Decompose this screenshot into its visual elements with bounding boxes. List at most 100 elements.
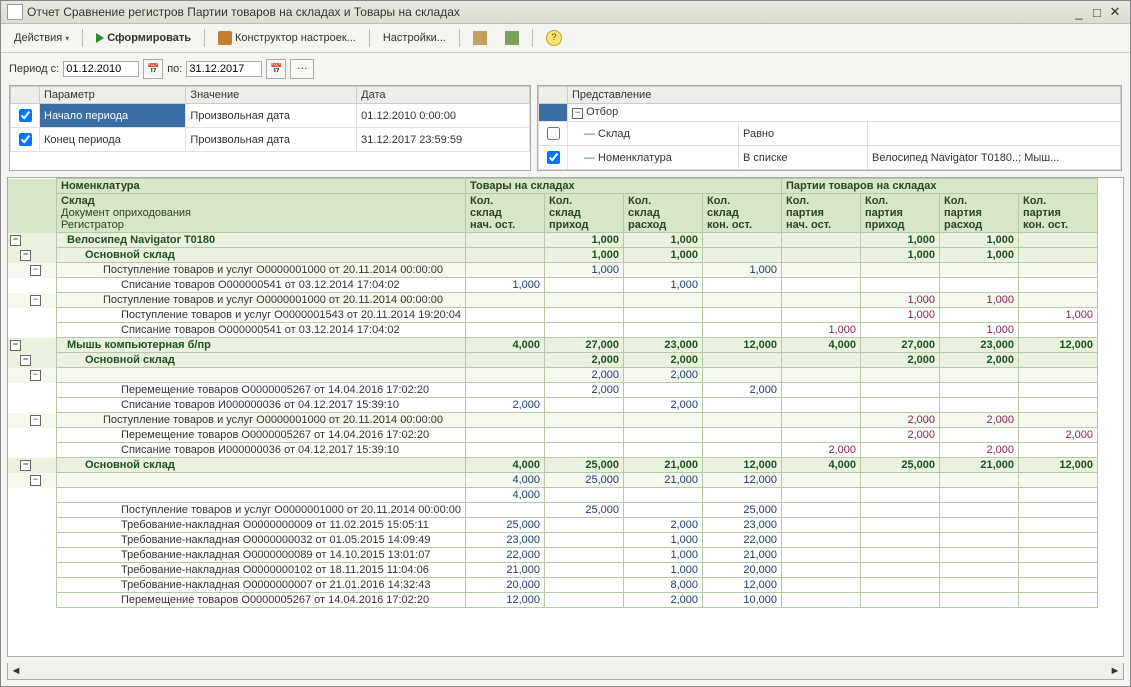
cell-value: 27,000	[545, 338, 624, 353]
param-name: Начало периода	[40, 104, 186, 128]
report-row[interactable]: Поступление товаров и услуг О0000001000 …	[8, 503, 1098, 518]
cell-value	[545, 518, 624, 533]
cell-value: 2,000	[703, 383, 782, 398]
report-row[interactable]: − Поступление товаров и услуг О0000001000…	[8, 413, 1098, 428]
param-date: 01.12.2010 0:00:00	[357, 104, 530, 128]
cell-value: 2,000	[861, 413, 940, 428]
report-row[interactable]: Требование-накладная О0000000032 от 01.0…	[8, 533, 1098, 548]
param-row[interactable]: Конец периодаПроизвольная дата31.12.2017…	[11, 128, 530, 152]
report-row[interactable]: Требование-накладная О0000000007 от 21.0…	[8, 578, 1098, 593]
row-label: Требование-накладная О0000000032 от 01.0…	[57, 533, 466, 548]
scroll-left-icon[interactable]: ◄	[8, 665, 24, 677]
cell-value: 22,000	[703, 533, 782, 548]
horizontal-scrollbar[interactable]: ◄ ►	[7, 663, 1124, 680]
toggle-icon[interactable]: −	[10, 340, 21, 351]
titlebar: Отчет Сравнение регистров Партии товаров…	[1, 1, 1130, 24]
report-grid[interactable]: НоменклатураТовары на складахПартии това…	[7, 177, 1124, 657]
period-from-input[interactable]	[63, 61, 139, 77]
tool-icon-1[interactable]	[466, 28, 494, 48]
scroll-right-icon[interactable]: ►	[1107, 665, 1123, 677]
filter-row[interactable]: — НоменклатураВ спискеВелосипед Navigato…	[539, 146, 1121, 170]
param-date: 31.12.2017 23:59:59	[357, 128, 530, 152]
run-button[interactable]: Сформировать	[89, 29, 198, 47]
report-row[interactable]: −Основной склад1,0001,0001,0001,000	[8, 248, 1098, 263]
filter-root-row[interactable]: − Отбор	[539, 104, 1121, 122]
calendar-to-button[interactable]: 📅	[266, 59, 286, 79]
cell-value: 21,000	[624, 458, 703, 473]
toggle-icon[interactable]: −	[30, 265, 41, 276]
cell-value	[782, 473, 861, 488]
report-row[interactable]: Списание товаров О000000541 от 03.12.201…	[8, 323, 1098, 338]
toggle-icon[interactable]: −	[30, 370, 41, 381]
cell-value	[782, 398, 861, 413]
cell-value	[703, 323, 782, 338]
report-row[interactable]: Списание товаров И000000036 от 04.12.201…	[8, 398, 1098, 413]
report-row[interactable]: −2,0002,000	[8, 368, 1098, 383]
report-row[interactable]: Требование-накладная О0000000089 от 14.1…	[8, 548, 1098, 563]
cell-value	[861, 563, 940, 578]
cell-value: 2,000	[624, 353, 703, 368]
report-row[interactable]: Списание товаров И000000036 от 04.12.201…	[8, 443, 1098, 458]
report-row[interactable]: Поступление товаров и услуг О0000001543 …	[8, 308, 1098, 323]
close-button[interactable]: ✕	[1106, 4, 1124, 20]
report-row[interactable]: −Основной склад4,00025,00021,00012,0004,…	[8, 458, 1098, 473]
toggle-icon[interactable]: −	[30, 295, 41, 306]
period-to-input[interactable]	[186, 61, 262, 77]
cell-value: 1,000	[782, 323, 861, 338]
cell-value: 2,000	[624, 593, 703, 608]
toggle-icon[interactable]: −	[20, 355, 31, 366]
tool-icon-2[interactable]	[498, 28, 526, 48]
cell-value: 1,000	[545, 233, 624, 248]
cell-value	[545, 413, 624, 428]
report-row[interactable]: Требование-накладная О0000000102 от 18.1…	[8, 563, 1098, 578]
toggle-icon[interactable]: −	[20, 460, 31, 471]
report-row[interactable]: −Велосипед Navigator Т01801,0001,0001,00…	[8, 233, 1098, 248]
row-label: Требование-накладная О0000000007 от 21.0…	[57, 578, 466, 593]
period-dialog-button[interactable]: …	[290, 59, 314, 79]
report-row[interactable]: Перемещение товаров О0000005267 от 14.04…	[8, 428, 1098, 443]
param-row[interactable]: Начало периодаПроизвольная дата01.12.201…	[11, 104, 530, 128]
cell-value: 2,000	[545, 353, 624, 368]
row-label: Основной склад	[57, 248, 466, 263]
maximize-button[interactable]: □	[1088, 5, 1106, 20]
filter-checkbox[interactable]	[547, 127, 560, 140]
report-row[interactable]: Перемещение товаров О0000005267 от 14.04…	[8, 593, 1098, 608]
report-row[interactable]: −Мышь компьютерная б/пр4,00027,00023,000…	[8, 338, 1098, 353]
report-row[interactable]: 4,000	[8, 488, 1098, 503]
report-row[interactable]: −Основной склад2,0002,0002,0002,000	[8, 353, 1098, 368]
cell-value	[466, 368, 545, 383]
cell-value	[782, 368, 861, 383]
toggle-icon[interactable]: −	[10, 235, 21, 246]
help-button[interactable]: ?	[539, 27, 569, 49]
report-row[interactable]: −Поступление товаров и услуг О0000001000…	[8, 263, 1098, 278]
filter-row[interactable]: — СкладРавно	[539, 122, 1121, 146]
param-checkbox[interactable]	[19, 133, 32, 146]
minimize-button[interactable]: _	[1070, 5, 1088, 20]
toggle-icon[interactable]: −	[20, 250, 31, 261]
param-checkbox[interactable]	[19, 109, 32, 122]
constructor-button[interactable]: Конструктор настроек...	[211, 28, 363, 48]
actions-menu[interactable]: Действия▾	[7, 29, 76, 47]
report-row[interactable]: −Поступление товаров и услуг О0000001000…	[8, 293, 1098, 308]
toggle-icon[interactable]: −	[30, 415, 41, 426]
row-label: Поступление товаров и услуг О0000001000 …	[57, 413, 466, 428]
cell-value	[782, 233, 861, 248]
cell-value	[1019, 593, 1098, 608]
filter-checkbox[interactable]	[547, 151, 560, 164]
row-label	[57, 368, 466, 383]
toggle-icon[interactable]: −	[30, 475, 41, 486]
cell-value	[940, 593, 1019, 608]
report-row[interactable]: −4,00025,00021,00012,000	[8, 473, 1098, 488]
cell-value	[1019, 248, 1098, 263]
period-from-label: Период с:	[9, 63, 59, 75]
calendar-from-button[interactable]: 📅	[143, 59, 163, 79]
report-row[interactable]: Требование-накладная О0000000009 от 11.0…	[8, 518, 1098, 533]
cell-value: 23,000	[466, 533, 545, 548]
report-row[interactable]: Перемещение товаров О0000005267 от 14.04…	[8, 383, 1098, 398]
row-label: Мышь компьютерная б/пр	[57, 338, 466, 353]
filter-comparison: В списке	[739, 146, 868, 170]
report-row[interactable]: Списание товаров О000000541 от 03.12.201…	[8, 278, 1098, 293]
cell-value: 21,000	[940, 458, 1019, 473]
cell-value: 1,000	[940, 323, 1019, 338]
settings-button[interactable]: Настройки...	[376, 29, 453, 47]
